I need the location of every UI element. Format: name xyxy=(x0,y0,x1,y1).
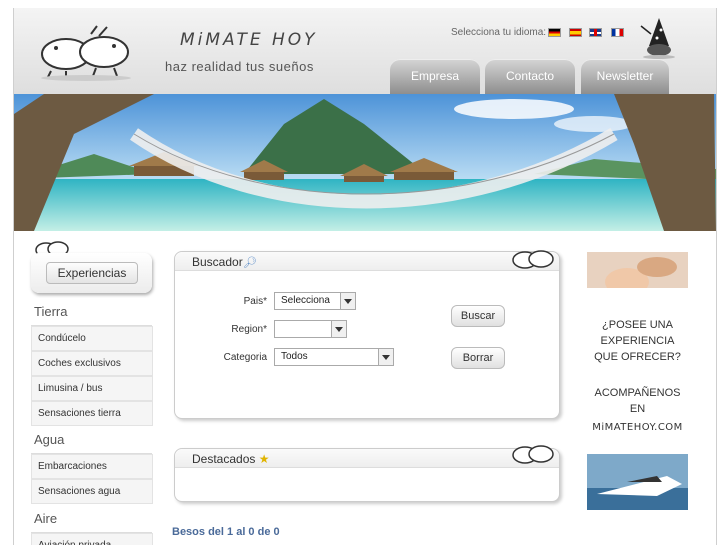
sheep-logo[interactable] xyxy=(36,16,136,82)
category-aire[interactable]: Aire xyxy=(31,505,152,533)
search-panel-title: Buscador🔎︎ xyxy=(192,255,257,269)
country-select-value: Selecciona xyxy=(281,295,330,306)
sheep-cloud-icon xyxy=(512,250,554,269)
chevron-down-icon xyxy=(340,293,355,309)
sheep-cloud-icon xyxy=(512,445,554,464)
clear-button[interactable]: Borrar xyxy=(451,347,505,369)
featured-panel-header: Destacados ★ xyxy=(175,449,559,468)
language-label: Selecciona tu idioma: xyxy=(451,27,547,38)
sidebar-item-sensaciones-tierra[interactable]: Sensaciones tierra xyxy=(31,401,153,426)
sidebar-item-sensaciones-agua[interactable]: Sensaciones agua xyxy=(31,479,153,504)
tab-empresa[interactable]: Empresa xyxy=(390,59,480,94)
flag-english-icon[interactable] xyxy=(589,28,602,37)
star-icon: ★ xyxy=(255,452,270,466)
slogan: haz realidad tus sueños xyxy=(165,59,314,74)
ad-brand[interactable]: MiMATEHOY.COM xyxy=(587,420,688,435)
category-label: Categoria xyxy=(223,352,267,363)
chevron-down-icon xyxy=(378,349,393,365)
page: MiMATE HOY haz realidad tus sueños Selec… xyxy=(13,8,717,545)
sidebar-item-embarcaciones[interactable]: Embarcaciones xyxy=(31,454,153,479)
search-button[interactable]: Buscar xyxy=(451,305,505,327)
region-label: Region* xyxy=(231,324,267,335)
flag-german-icon[interactable] xyxy=(548,28,561,37)
experiences-button[interactable]: Experiencias xyxy=(46,262,138,284)
featured-panel: Destacados ★ xyxy=(174,445,560,502)
featured-panel-title: Destacados ★ xyxy=(192,452,269,466)
wizard-icon xyxy=(640,18,675,59)
spa-massage-image[interactable] xyxy=(587,252,688,296)
chevron-down-icon xyxy=(331,321,346,337)
header: MiMATE HOY haz realidad tus sueños Selec… xyxy=(14,8,716,94)
hammock-beach-banner xyxy=(14,94,716,231)
ad-line-1: ¿POSEE UNA xyxy=(602,319,673,331)
country-select[interactable]: Selecciona xyxy=(274,292,356,310)
country-label: Pais* xyxy=(243,296,267,307)
ad-line-3: QUE OFRECER? xyxy=(594,351,681,363)
magnifier-icon: 🔎︎ xyxy=(242,257,257,269)
search-panel-header: Buscador🔎︎ xyxy=(175,252,559,271)
flag-spanish-icon[interactable] xyxy=(569,28,582,37)
yacht-image[interactable] xyxy=(587,454,688,510)
sidebar-item-limusina-bus[interactable]: Limusina / bus xyxy=(31,376,153,401)
sidebar-item-conducelo[interactable]: Condúcelo xyxy=(31,326,153,351)
category-select-value: Todos xyxy=(281,351,308,362)
ad-line-5: EN xyxy=(629,403,646,415)
region-select[interactable] xyxy=(274,320,347,338)
brand-name: MiMATE HOY xyxy=(180,30,318,50)
ad-line-2: EXPERIENCIA xyxy=(600,335,675,347)
category-agua[interactable]: Agua xyxy=(31,426,152,454)
tab-contacto[interactable]: Contacto xyxy=(485,59,575,94)
search-panel: Buscador🔎︎ Pais* Selecciona Region* Cate… xyxy=(174,250,560,419)
ad-line-4: ACOMPAÑENOS xyxy=(594,387,681,399)
category-tierra[interactable]: Tierra xyxy=(31,298,152,326)
results-count: Besos del 1 al 0 de 0 xyxy=(172,526,280,538)
flag-french-icon[interactable] xyxy=(611,28,624,37)
category-select[interactable]: Todos xyxy=(274,348,394,366)
sidebar-item-coches-exclusivos[interactable]: Coches exclusivos xyxy=(31,351,153,376)
featured-title-text: Destacados xyxy=(192,452,256,466)
search-title-text: Buscador xyxy=(192,255,243,269)
sidebar-item-aviacion-privada[interactable]: Aviación privada xyxy=(31,533,153,545)
tab-newsletter[interactable]: Newsletter xyxy=(581,59,669,94)
